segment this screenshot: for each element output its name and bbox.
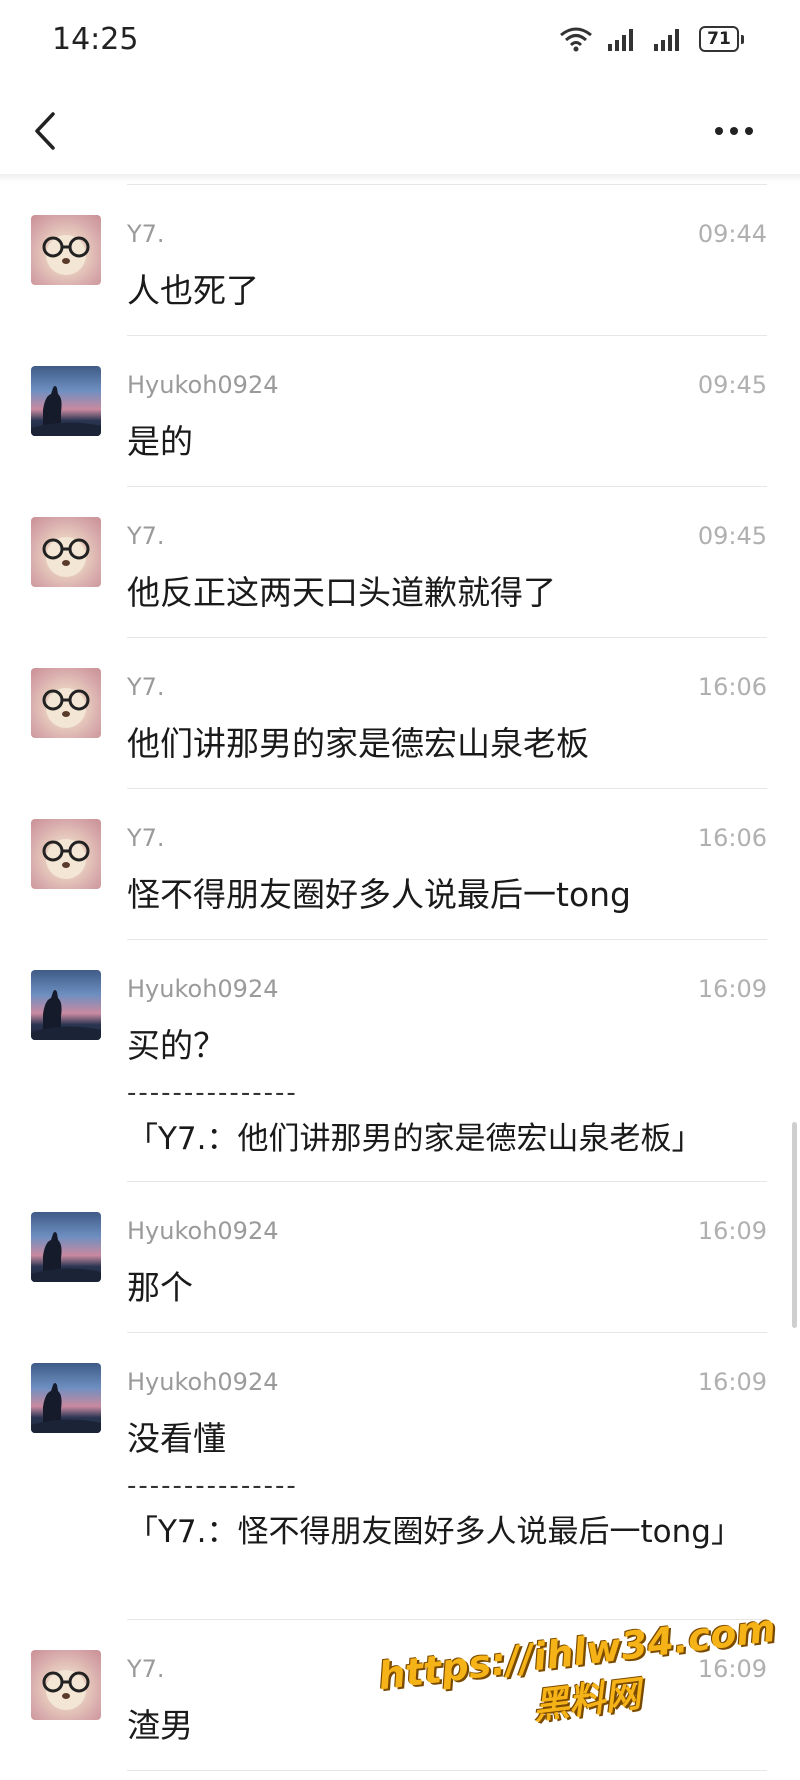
message-time: 16:09 xyxy=(697,1655,767,1683)
avatar[interactable] xyxy=(31,1212,101,1282)
avatar[interactable] xyxy=(31,1650,101,1720)
avatar[interactable] xyxy=(31,970,101,1040)
sender-name: Hyukoh0924 xyxy=(127,371,279,399)
more-horizontal-icon xyxy=(715,127,753,135)
avatar[interactable] xyxy=(31,819,101,889)
message-time: 16:09 xyxy=(697,1368,767,1396)
bear-glasses-icon xyxy=(42,537,90,577)
list-item[interactable]: Hyukoh0924 16:09 买的？ --------------- 「Y7… xyxy=(0,940,800,1182)
wifi-icon xyxy=(560,27,592,52)
message-list[interactable]: Y7. 09:44 人也死了 Hyukoh0924 09:45 是的 Y7. 0… xyxy=(0,185,800,1771)
nav-bar xyxy=(0,84,800,178)
message-text: 渣男 xyxy=(127,1706,193,1745)
sender-name: Y7. xyxy=(127,1655,165,1683)
message-time: 16:09 xyxy=(697,975,767,1003)
signal-icon xyxy=(608,29,633,51)
sender-name: Y7. xyxy=(127,824,165,852)
sender-name: Hyukoh0924 xyxy=(127,975,279,1003)
list-item[interactable]: Y7. 16:06 他们讲那男的家是德宏山泉老板 xyxy=(0,638,800,789)
battery-level: 71 xyxy=(699,26,739,52)
list-item[interactable]: Y7. 09:45 他反正这两天口头道歉就得了 xyxy=(0,487,800,638)
quote-divider: --------------- xyxy=(127,1471,298,1501)
list-item[interactable]: Hyukoh0924 09:45 是的 xyxy=(0,336,800,487)
status-icons: 71 xyxy=(559,26,744,52)
status-time: 14:25 xyxy=(52,22,139,57)
silhouette-icon xyxy=(31,990,101,1040)
message-text: 他反正这两天口头道歉就得了 xyxy=(127,573,556,612)
message-text: 他们讲那男的家是德宏山泉老板 xyxy=(127,724,589,763)
message-text: 那个 xyxy=(127,1268,193,1307)
battery-icon: 71 xyxy=(699,26,744,52)
bear-glasses-icon xyxy=(42,839,90,879)
sender-name: Y7. xyxy=(127,220,165,248)
silhouette-icon xyxy=(31,1232,101,1282)
status-bar: 14:25 71 xyxy=(0,0,800,84)
row-divider xyxy=(127,1770,767,1771)
avatar[interactable] xyxy=(31,517,101,587)
avatar[interactable] xyxy=(31,366,101,436)
bear-glasses-icon xyxy=(42,1670,90,1710)
message-text: 怪不得朋友圈好多人说最后一tong xyxy=(127,875,631,914)
list-item[interactable]: Y7. 16:06 怪不得朋友圈好多人说最后一tong xyxy=(0,789,800,940)
avatar[interactable] xyxy=(31,1363,101,1433)
avatar[interactable] xyxy=(31,215,101,285)
list-item[interactable]: Hyukoh0924 16:09 没看懂 --------------- 「Y7… xyxy=(0,1333,800,1620)
signal-icon-2 xyxy=(654,29,679,51)
bear-glasses-icon xyxy=(42,235,90,275)
silhouette-icon xyxy=(31,386,101,436)
quoted-message[interactable]: 「Y7.：他们讲那男的家是德宏山泉老板」 xyxy=(127,1114,767,1164)
sender-name: Y7. xyxy=(127,673,165,701)
message-time: 16:09 xyxy=(697,1217,767,1245)
message-time: 09:44 xyxy=(697,220,767,248)
message-text: 买的？ xyxy=(127,1026,226,1065)
bear-glasses-icon xyxy=(42,688,90,728)
message-time: 16:06 xyxy=(697,673,767,701)
sender-name: Y7. xyxy=(127,522,165,550)
message-time: 09:45 xyxy=(697,522,767,550)
list-item[interactable]: Y7. 16:09 渣男 xyxy=(0,1620,800,1771)
quoted-message[interactable]: 「Y7.：怪不得朋友圈好多人说最后一tong」 xyxy=(127,1507,767,1557)
message-time: 09:45 xyxy=(697,371,767,399)
message-text: 没看懂 xyxy=(127,1419,226,1458)
list-item[interactable]: Y7. 09:44 人也死了 xyxy=(0,185,800,336)
silhouette-icon xyxy=(31,1383,101,1433)
scrollbar[interactable] xyxy=(792,1122,797,1328)
sender-name: Hyukoh0924 xyxy=(127,1368,279,1396)
message-text: 人也死了 xyxy=(127,271,259,310)
back-button[interactable] xyxy=(20,106,70,156)
message-text: 是的 xyxy=(127,422,193,461)
more-button[interactable] xyxy=(704,106,764,156)
list-item[interactable]: Hyukoh0924 16:09 那个 xyxy=(0,1182,800,1333)
chevron-left-icon xyxy=(35,112,55,150)
nav-shadow xyxy=(0,174,800,182)
avatar[interactable] xyxy=(31,668,101,738)
message-time: 16:06 xyxy=(697,824,767,852)
quote-divider: --------------- xyxy=(127,1078,298,1108)
sender-name: Hyukoh0924 xyxy=(127,1217,279,1245)
